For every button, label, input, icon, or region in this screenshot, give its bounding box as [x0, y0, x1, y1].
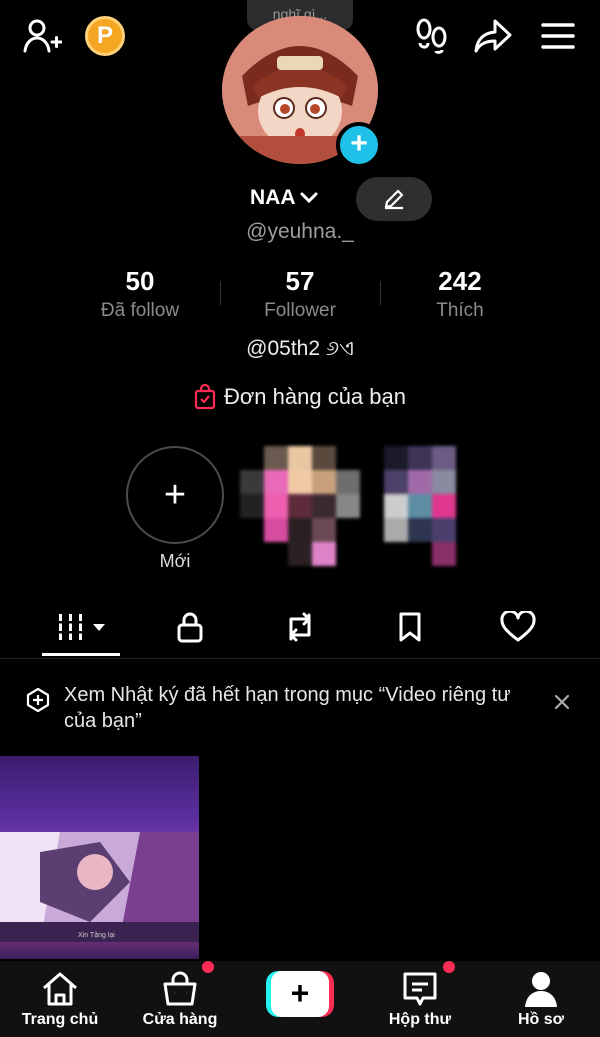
tab-private[interactable]	[160, 602, 220, 652]
shopping-basket-icon	[163, 971, 197, 1006]
new-story-button[interactable]: +	[126, 446, 224, 544]
stat-following[interactable]: 50 Đã follow	[60, 266, 220, 322]
chevron-down-icon	[300, 192, 317, 204]
bookmark-icon	[399, 612, 421, 642]
add-friend-icon[interactable]	[20, 14, 64, 58]
profile-icon	[525, 972, 557, 1007]
nav-inbox[interactable]: Hộp thư	[365, 961, 475, 1037]
divider	[0, 658, 600, 659]
video-caption: Xin Tặng lại	[78, 932, 115, 939]
shopping-bag-icon	[194, 384, 216, 410]
tab-saved[interactable]	[380, 602, 440, 652]
notification-dot	[443, 961, 455, 973]
story-thumbnail[interactable]	[384, 446, 456, 566]
coin-icon[interactable]: P	[85, 16, 125, 56]
tab-videos[interactable]	[52, 602, 112, 652]
stat-likes[interactable]: 242 Thích	[380, 266, 540, 322]
grid-icon	[55, 614, 105, 640]
heart-icon	[500, 611, 536, 642]
nav-home[interactable]: Trang chủ	[5, 961, 115, 1037]
pencil-icon	[384, 189, 404, 210]
add-avatar-button[interactable]: +	[336, 122, 382, 168]
close-icon[interactable]	[548, 688, 576, 716]
stat-followers[interactable]: 57 Follower	[220, 266, 380, 322]
archive-notice[interactable]: Xem Nhật ký đã hết hạn trong mục “Video …	[64, 682, 524, 734]
inbox-icon	[403, 972, 437, 1006]
footprints-icon[interactable]	[410, 14, 454, 58]
display-name: NAA	[250, 186, 296, 209]
lock-icon	[177, 612, 203, 643]
plus-icon: +	[271, 971, 329, 1017]
repost-icon	[289, 612, 311, 642]
tab-liked[interactable]	[488, 602, 548, 652]
share-icon[interactable]	[470, 14, 516, 58]
bio-text[interactable]: @05th2 ୬ଏ	[0, 337, 600, 361]
menu-icon[interactable]	[536, 14, 580, 58]
notification-dot	[202, 961, 214, 973]
nav-shop[interactable]: Cửa hàng	[125, 961, 235, 1037]
create-button[interactable]: +	[266, 971, 334, 1017]
orders-label: Đơn hàng của bạn	[223, 384, 406, 409]
new-story-label: Mới	[159, 551, 191, 571]
username-handle: @yeuhna._	[246, 220, 354, 243]
orders-link[interactable]: Đơn hàng của bạn	[0, 384, 600, 410]
nav-profile[interactable]: Hồ sơ	[486, 961, 596, 1037]
edit-profile-button[interactable]	[356, 177, 432, 221]
display-name-switcher[interactable]: NAA	[250, 186, 340, 210]
video-artwork	[0, 832, 199, 942]
active-tab-indicator	[42, 653, 120, 656]
home-icon	[43, 972, 77, 1006]
profile-tabs	[0, 602, 600, 658]
tab-reposts[interactable]	[270, 602, 330, 652]
video-thumbnail[interactable]: Xin Tặng lại	[0, 756, 199, 959]
story-thumbnail[interactable]	[240, 446, 360, 566]
archive-icon	[24, 686, 52, 714]
